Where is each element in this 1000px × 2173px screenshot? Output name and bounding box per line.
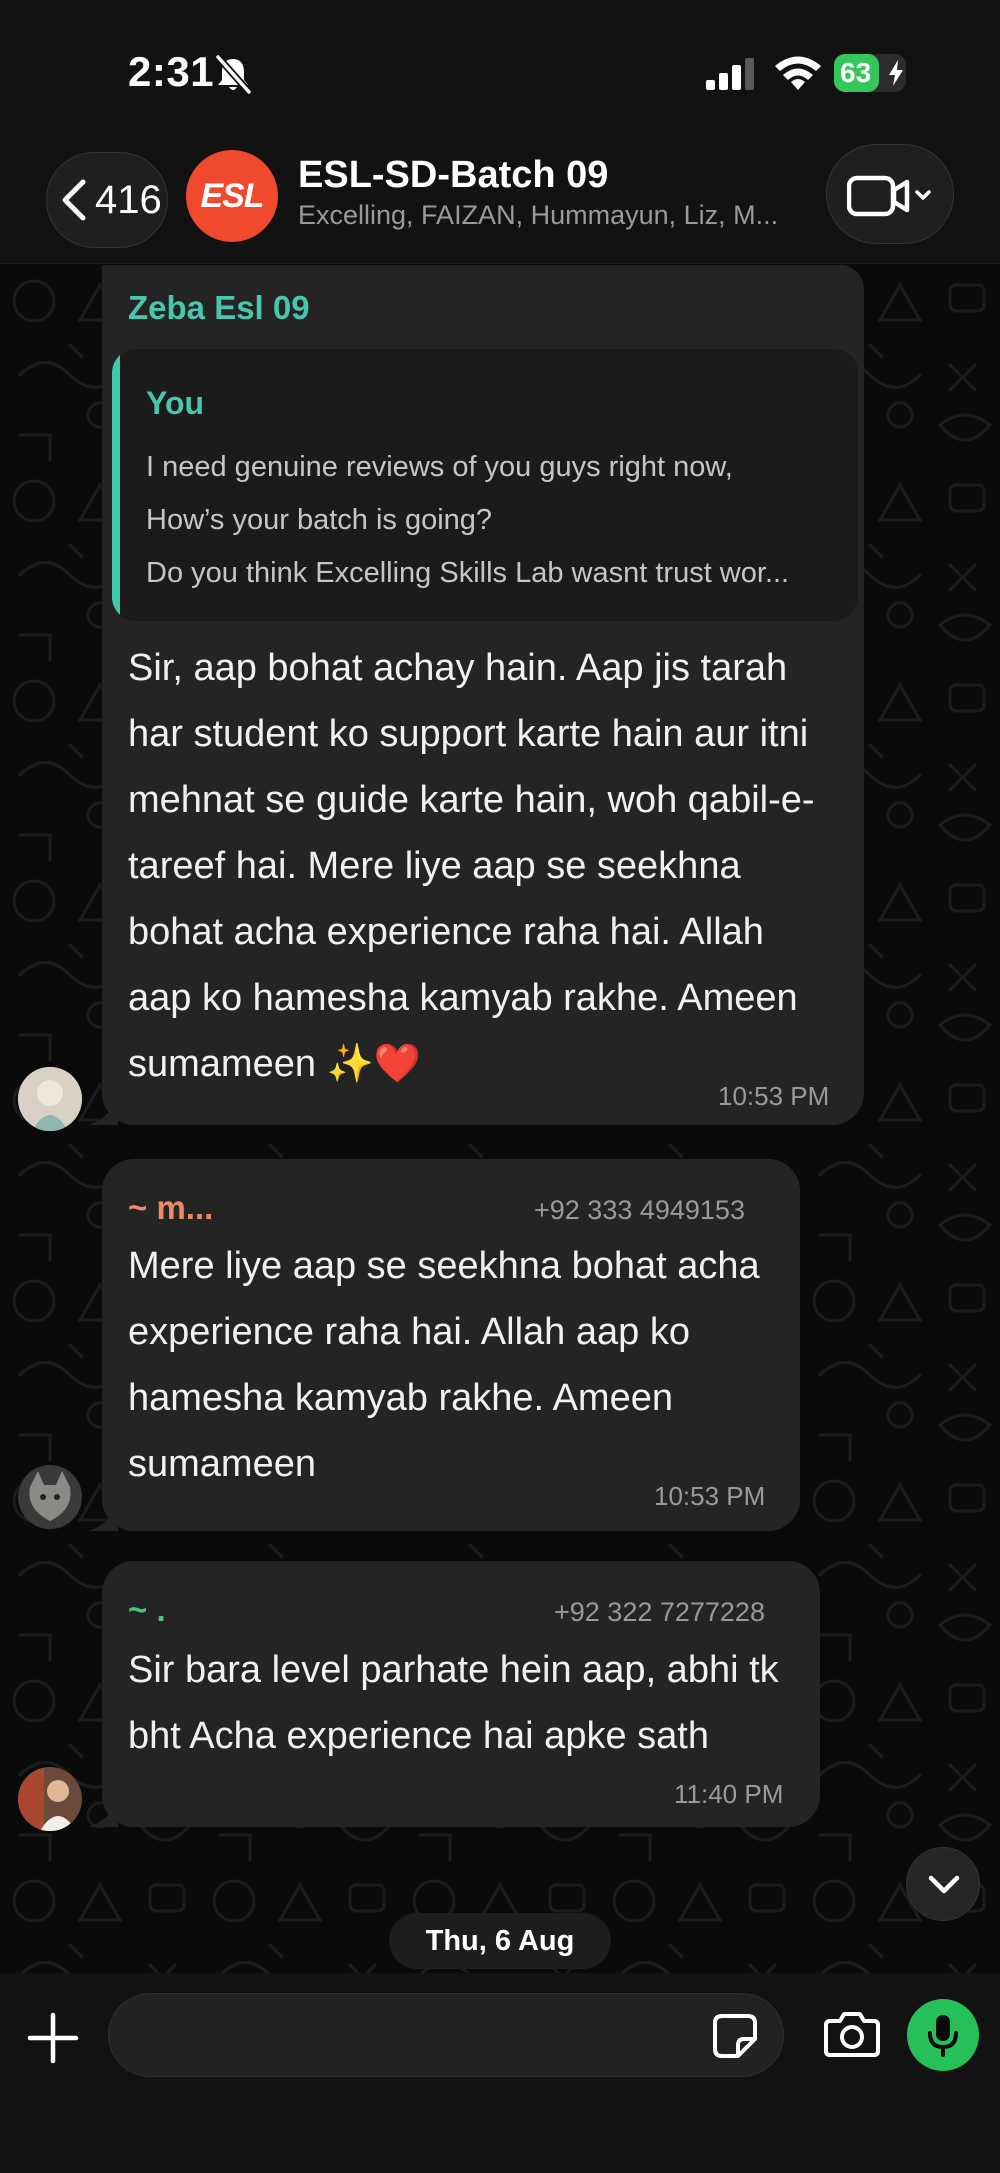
message-line: hamesha kamyab rakhe. Ameen [128,1377,673,1419]
avatar[interactable] [18,1465,82,1529]
message-bubble[interactable]: ~ . +92 322 7277228 Sir bara level parha… [88,1561,820,1827]
microphone-icon [928,2015,958,2057]
quote-line: Do you think Excelling Skills Lab wasnt … [146,557,790,589]
sender-phone[interactable]: +92 322 7277228 [554,1597,765,1628]
message-line: Sir, aap bohat achay hain. Aap jis tarah [128,647,788,689]
video-camera-icon [847,175,931,217]
video-call-button[interactable] [826,144,954,244]
group-avatar-text: ESL [200,176,264,215]
message-line: mehnat se guide karte hain, woh qabil-e- [128,779,815,821]
message-line: sumameen ✨❤️ [128,1043,422,1085]
message-composer [0,1973,1000,2173]
bubble-tail [88,1095,118,1125]
avatar-image [18,1767,82,1831]
message-bubble[interactable]: Zeba Esl 09 You I need genuine reviews o… [88,265,864,1125]
avatar-image [18,1067,82,1131]
message-line: Sir bara level parhate hein aap, abhi tk [128,1649,779,1691]
microphone-button[interactable] [907,1999,979,2071]
chat-header: 416 ESL ESL-SD-Batch 09 Excelling, FAIZA… [0,140,1000,264]
message-time: 11:40 PM [674,1779,784,1809]
quote-line: I need genuine reviews of you guys right… [146,451,733,483]
sender-name[interactable]: ~ . [128,1591,166,1629]
unread-count: 416 [95,177,162,222]
battery-percent: 63 [840,57,872,88]
scroll-to-bottom-button[interactable] [906,1847,980,1921]
status-time: 2:31 [128,48,215,95]
camera-icon[interactable] [824,2009,880,2059]
sticker-icon[interactable] [712,2013,758,2059]
chat-area[interactable]: Zeba Esl 09 You I need genuine reviews o… [0,265,1000,1973]
group-members[interactable]: Excelling, FAIZAN, Hummayun, Liz, M... [298,200,798,231]
wifi-icon [775,56,821,90]
message-line: tareef hai. Mere liye aap se seekhna [128,845,741,887]
back-button[interactable]: 416 [46,152,168,248]
chevron-down-icon [915,190,931,200]
avatar[interactable] [18,1067,82,1131]
bubble-tail [88,1797,118,1827]
signal-icon [706,58,754,90]
message-line: experience raha hai. Allah aap ko [128,1311,690,1353]
quote-accent-bar [112,349,120,621]
chevron-down-icon [928,1875,960,1894]
group-avatar[interactable]: ESL [186,150,278,242]
quote-text: I need genuine reviews of you guys right… [146,441,789,600]
message-input[interactable] [108,1993,784,2077]
quoted-reply[interactable]: You I need genuine reviews of you guys r… [112,349,858,621]
avatar-image [18,1465,82,1529]
message-time: 10:53 PM [718,1081,830,1111]
message-time: 10:53 PM [654,1481,766,1511]
quote-line: How’s your batch is going? [146,504,493,536]
charging-bolt-icon [889,60,903,86]
chevron-left-icon [62,179,86,221]
sender-name[interactable]: Zeba Esl 09 [128,289,310,327]
avatar[interactable] [18,1767,82,1831]
quote-author: You [146,385,205,421]
bubble-tail [88,1501,118,1531]
bell-slash-icon [215,54,252,94]
status-bar: 2:31 63 [0,0,1000,140]
message-line: bohat acha experience raha hai. Allah [128,911,764,953]
message-line: aap ko hamesha kamyab rakhe. Ameen [128,977,798,1019]
message-text: Mere liye aap se seekhna bohat acha expe… [128,1233,760,1497]
battery-icon: 63 [834,54,906,92]
message-line: bht Acha experience hai apke sath [128,1715,709,1757]
plus-icon[interactable] [26,2011,80,2065]
sender-name[interactable]: ~ m... [128,1189,213,1227]
message-text: Sir, aap bohat achay hain. Aap jis tarah… [128,635,815,1097]
message-bubble[interactable]: ~ m... +92 333 4949153 Mere liye aap se … [88,1159,800,1531]
group-title[interactable]: ESL-SD-Batch 09 [298,154,608,197]
sender-phone[interactable]: +92 333 4949153 [534,1195,745,1226]
date-separator: Thu, 6 Aug [389,1913,611,1969]
message-line: Mere liye aap se seekhna bohat acha [128,1245,760,1287]
message-text: Sir bara level parhate hein aap, abhi tk… [128,1637,779,1769]
message-line: har student ko support karte hain aur it… [128,713,809,755]
